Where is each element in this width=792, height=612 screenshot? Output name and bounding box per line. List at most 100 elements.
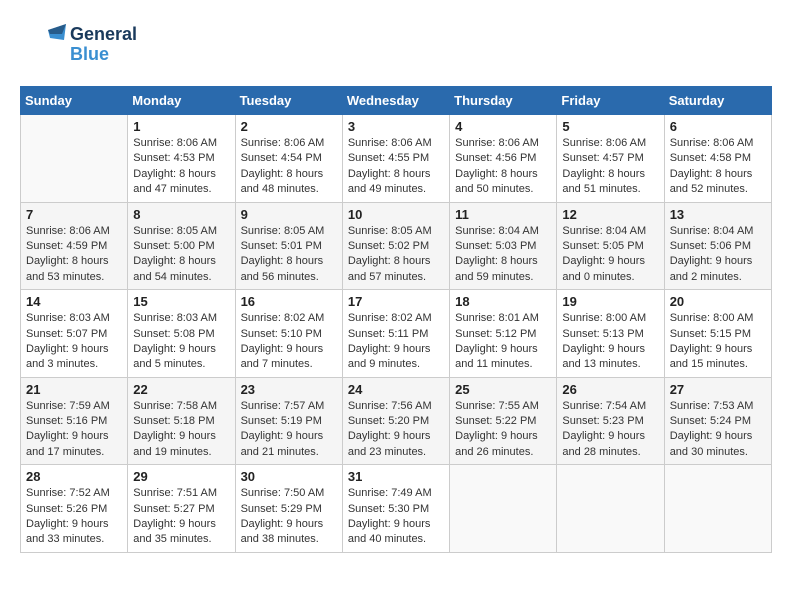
calendar-cell: 12 Sunrise: 8:04 AMSunset: 5:05 PMDayligh… [557,202,664,290]
calendar-cell: 23Sunrise: 7:57 AMSunset: 5:19 PMDayligh… [235,377,342,465]
day-info: Sunrise: 8:05 AMSunset: 5:02 PMDaylight:… [348,224,444,286]
day-header-friday: Friday [557,87,664,115]
day-info: Sunrise: 8:06 AMSunset: 4:59 PMDaylight:… [26,224,122,286]
day-info: Sunrise: 8:02 AMSunset: 5:11 PMDaylight:… [348,311,444,373]
day-number: 29 [133,469,229,484]
day-info: Sunrise: 8:02 AMSunset: 5:10 PMDaylight:… [241,311,337,373]
calendar-week-row: 14 Sunrise: 8:03 AMSunset: 5:07 PMDayligh… [21,290,772,378]
day-info: Sunrise: 7:51 AMSunset: 5:27 PMDaylight:… [133,486,229,548]
logo: General Blue [20,20,137,70]
day-info: Sunrise: 8:06 AMSunset: 4:56 PMDaylight:… [455,136,551,198]
day-number: 8 [133,207,229,222]
day-info: Sunrise: 7:54 AMSunset: 5:23 PMDaylight:… [562,399,658,461]
day-info: Sunrise: 8:03 AMSunset: 5:08 PMDaylight:… [133,311,229,373]
calendar-cell: 9Sunrise: 8:05 AMSunset: 5:01 PMDaylight… [235,202,342,290]
day-info: Sunrise: 8:00 AMSunset: 5:13 PMDaylight:… [562,311,658,373]
calendar-cell: 2 Sunrise: 8:06 AMSunset: 4:54 PMDaylight… [235,115,342,203]
day-number: 7 [26,207,122,222]
day-info: Sunrise: 8:06 AMSunset: 4:53 PMDaylight:… [133,136,229,198]
calendar-week-row: 28Sunrise: 7:52 AMSunset: 5:26 PMDayligh… [21,465,772,553]
day-header-sunday: Sunday [21,87,128,115]
calendar-cell: 1 Sunrise: 8:06 AMSunset: 4:53 PMDaylight… [128,115,235,203]
calendar-cell: 16Sunrise: 8:02 AMSunset: 5:10 PMDayligh… [235,290,342,378]
calendar-cell: 7 Sunrise: 8:06 AMSunset: 4:59 PMDaylight… [21,202,128,290]
logo-blue: Blue [70,45,137,65]
calendar-cell: 31 Sunrise: 7:49 AMSunset: 5:30 PMDayligh… [342,465,449,553]
logo-bird-icon [20,20,70,70]
calendar-cell: 17 Sunrise: 8:02 AMSunset: 5:11 PMDayligh… [342,290,449,378]
calendar-cell: 11Sunrise: 8:04 AMSunset: 5:03 PMDayligh… [450,202,557,290]
calendar-cell: 26 Sunrise: 7:54 AMSunset: 5:23 PMDayligh… [557,377,664,465]
day-info: Sunrise: 8:00 AMSunset: 5:15 PMDaylight:… [670,311,766,373]
day-info: Sunrise: 8:06 AMSunset: 4:57 PMDaylight:… [562,136,658,198]
calendar-cell: 27 Sunrise: 7:53 AMSunset: 5:24 PMDayligh… [664,377,771,465]
day-number: 28 [26,469,122,484]
day-info: Sunrise: 8:05 AMSunset: 5:00 PMDaylight:… [133,224,229,286]
day-number: 4 [455,119,551,134]
calendar-cell: 28Sunrise: 7:52 AMSunset: 5:26 PMDayligh… [21,465,128,553]
day-number: 30 [241,469,337,484]
day-number: 31 [348,469,444,484]
day-number: 20 [670,294,766,309]
logo-general: General [70,25,137,45]
day-number: 26 [562,382,658,397]
day-info: Sunrise: 7:49 AMSunset: 5:30 PMDaylight:… [348,486,444,548]
day-info: Sunrise: 8:06 AMSunset: 4:55 PMDaylight:… [348,136,444,198]
day-number: 17 [348,294,444,309]
day-header-monday: Monday [128,87,235,115]
day-info: Sunrise: 7:56 AMSunset: 5:20 PMDaylight:… [348,399,444,461]
calendar-cell: 24Sunrise: 7:56 AMSunset: 5:20 PMDayligh… [342,377,449,465]
calendar-table: SundayMondayTuesdayWednesdayThursdayFrid… [20,86,772,553]
day-number: 11 [455,207,551,222]
calendar-cell: 4 Sunrise: 8:06 AMSunset: 4:56 PMDaylight… [450,115,557,203]
day-info: Sunrise: 7:55 AMSunset: 5:22 PMDaylight:… [455,399,551,461]
day-number: 25 [455,382,551,397]
day-header-thursday: Thursday [450,87,557,115]
calendar-cell: 3 Sunrise: 8:06 AMSunset: 4:55 PMDaylight… [342,115,449,203]
day-header-wednesday: Wednesday [342,87,449,115]
calendar-cell: 21 Sunrise: 7:59 AMSunset: 5:16 PMDayligh… [21,377,128,465]
calendar-cell [557,465,664,553]
page-header: General Blue [20,20,772,70]
calendar-cell: 15Sunrise: 8:03 AMSunset: 5:08 PMDayligh… [128,290,235,378]
calendar-cell: 18 Sunrise: 8:01 AMSunset: 5:12 PMDayligh… [450,290,557,378]
day-number: 12 [562,207,658,222]
day-info: Sunrise: 8:06 AMSunset: 4:58 PMDaylight:… [670,136,766,198]
day-number: 2 [241,119,337,134]
calendar-cell: 14 Sunrise: 8:03 AMSunset: 5:07 PMDayligh… [21,290,128,378]
day-info: Sunrise: 8:06 AMSunset: 4:54 PMDaylight:… [241,136,337,198]
calendar-cell: 22Sunrise: 7:58 AMSunset: 5:18 PMDayligh… [128,377,235,465]
calendar-cell: 19 Sunrise: 8:00 AMSunset: 5:13 PMDayligh… [557,290,664,378]
calendar-cell: 8 Sunrise: 8:05 AMSunset: 5:00 PMDaylight… [128,202,235,290]
day-number: 18 [455,294,551,309]
calendar-cell: 30Sunrise: 7:50 AMSunset: 5:29 PMDayligh… [235,465,342,553]
day-number: 10 [348,207,444,222]
day-number: 27 [670,382,766,397]
day-number: 1 [133,119,229,134]
day-info: Sunrise: 7:53 AMSunset: 5:24 PMDaylight:… [670,399,766,461]
day-info: Sunrise: 8:03 AMSunset: 5:07 PMDaylight:… [26,311,122,373]
calendar-week-row: 21 Sunrise: 7:59 AMSunset: 5:16 PMDayligh… [21,377,772,465]
day-number: 22 [133,382,229,397]
day-number: 14 [26,294,122,309]
calendar-week-row: 7 Sunrise: 8:06 AMSunset: 4:59 PMDaylight… [21,202,772,290]
logo-container: General Blue [20,20,137,70]
day-number: 3 [348,119,444,134]
day-number: 21 [26,382,122,397]
calendar-header-row: SundayMondayTuesdayWednesdayThursdayFrid… [21,87,772,115]
day-info: Sunrise: 8:04 AMSunset: 5:05 PMDaylight:… [562,224,658,286]
day-number: 5 [562,119,658,134]
calendar-cell [21,115,128,203]
calendar-cell [664,465,771,553]
calendar-week-row: 1 Sunrise: 8:06 AMSunset: 4:53 PMDaylight… [21,115,772,203]
day-number: 19 [562,294,658,309]
calendar-cell: 25 Sunrise: 7:55 AMSunset: 5:22 PMDayligh… [450,377,557,465]
day-info: Sunrise: 8:04 AMSunset: 5:06 PMDaylight:… [670,224,766,286]
calendar-cell: 6Sunrise: 8:06 AMSunset: 4:58 PMDaylight… [664,115,771,203]
calendar-cell: 20 Sunrise: 8:00 AMSunset: 5:15 PMDayligh… [664,290,771,378]
calendar-cell: 29 Sunrise: 7:51 AMSunset: 5:27 PMDayligh… [128,465,235,553]
day-info: Sunrise: 7:59 AMSunset: 5:16 PMDaylight:… [26,399,122,461]
logo-text: General Blue [70,25,137,65]
calendar-cell: 10 Sunrise: 8:05 AMSunset: 5:02 PMDayligh… [342,202,449,290]
day-info: Sunrise: 8:01 AMSunset: 5:12 PMDaylight:… [455,311,551,373]
